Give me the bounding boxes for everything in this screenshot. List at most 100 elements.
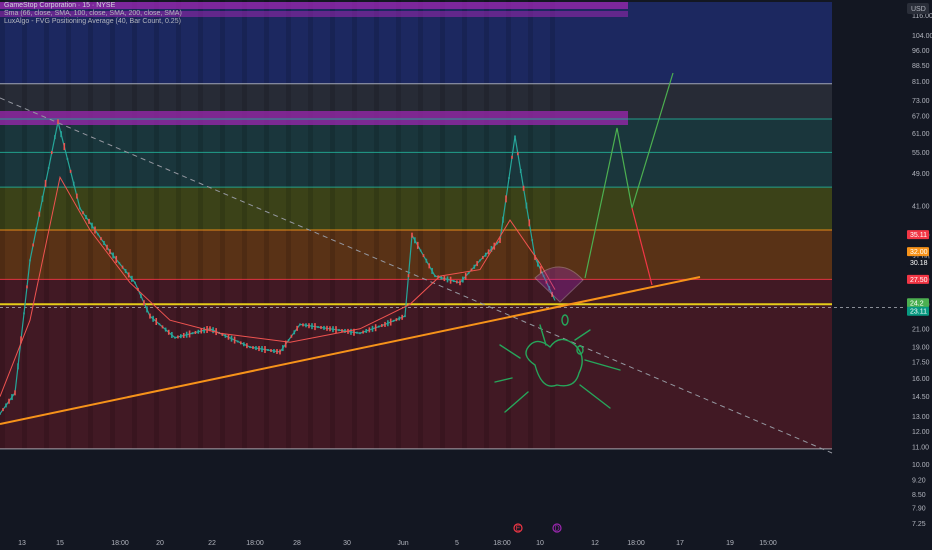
candle <box>29 259 31 262</box>
candle <box>134 281 136 284</box>
candle <box>368 327 371 333</box>
candle <box>14 390 16 396</box>
candle <box>8 398 10 404</box>
candle <box>502 216 504 223</box>
price-zone-band <box>0 230 832 280</box>
session-stripe <box>396 0 401 449</box>
candle <box>100 237 102 241</box>
candle <box>191 332 194 335</box>
candle <box>305 323 307 328</box>
candle <box>314 323 316 331</box>
event-marker[interactable]: D <box>552 523 562 533</box>
candle <box>407 274 410 278</box>
currency-button-label: USD <box>911 6 926 13</box>
candle <box>282 345 284 352</box>
candle <box>0 412 1 415</box>
candle <box>443 276 446 282</box>
candle <box>476 261 478 267</box>
candle <box>146 306 148 313</box>
candle <box>293 330 296 335</box>
candle <box>299 323 301 326</box>
candle <box>41 195 44 202</box>
price-zone-band <box>0 187 832 231</box>
event-marker[interactable]: E <box>513 523 523 533</box>
candle <box>158 323 161 326</box>
candle <box>88 218 90 224</box>
candle <box>47 166 50 169</box>
y-tick-label: 81.00 <box>912 79 930 86</box>
candle <box>287 339 290 342</box>
price-tag: 32.00 <box>907 247 929 257</box>
candle <box>484 252 487 257</box>
candle <box>57 119 59 125</box>
y-tick-label: 73.00 <box>912 98 930 105</box>
candle <box>446 276 449 283</box>
candle <box>264 346 266 354</box>
candle <box>161 325 164 329</box>
y-tick-label: 41.00 <box>912 204 930 211</box>
price-tag-label: 35.11 <box>910 232 927 239</box>
candle <box>311 323 313 330</box>
candle <box>308 323 310 329</box>
candle <box>155 318 158 326</box>
candle <box>252 346 254 350</box>
x-tick-label: 18:00 <box>246 540 264 547</box>
candle <box>320 325 322 329</box>
candle <box>239 341 242 345</box>
symbol-title[interactable]: GameStop Corporation · 15 · NYSE <box>4 2 182 10</box>
session-stripe <box>352 0 357 449</box>
y-tick-label: 116.00 <box>912 13 932 20</box>
x-tick-label: 10 <box>536 540 544 547</box>
y-tick-label: 14.50 <box>912 394 930 401</box>
candle <box>243 342 245 347</box>
candle <box>103 240 105 245</box>
sma-indicator-label[interactable]: Sma (66, close, SMA, 100, close, SMA, 20… <box>4 10 182 18</box>
candle <box>431 267 433 274</box>
candle <box>525 202 528 209</box>
session-stripe <box>110 0 115 449</box>
chart-stage[interactable]: 116.00 104.00 96.00 88.50 81.00 73.00 67.00 61.… <box>0 0 932 550</box>
y-tick-label: 12.00 <box>912 429 930 436</box>
x-tick-label: 15:00 <box>759 540 777 547</box>
candle <box>539 266 542 274</box>
candle <box>531 239 533 242</box>
candle <box>255 346 257 351</box>
session-stripe <box>220 0 225 449</box>
candle <box>174 336 176 339</box>
candle <box>121 265 124 269</box>
candle <box>401 314 403 320</box>
candle <box>171 331 173 338</box>
fvg-indicator-label[interactable]: LuxAlgo - FVG Positioning Average (40, B… <box>4 18 182 26</box>
candle <box>270 349 272 353</box>
candle <box>131 275 133 282</box>
price-tag-label: 32.00 <box>910 249 928 256</box>
y-tick-label: 16.00 <box>912 376 930 383</box>
candle <box>508 177 510 180</box>
x-tick-label: 22 <box>208 540 216 547</box>
y-tick-label: 11.00 <box>912 445 929 452</box>
price-tag-label: 23.11 <box>910 309 927 316</box>
candle <box>467 272 470 275</box>
event-marker-label: D <box>554 526 559 533</box>
candle <box>517 152 519 156</box>
session-stripe <box>462 0 467 449</box>
candle <box>296 325 298 331</box>
fvg-band-mid <box>0 111 628 125</box>
candle <box>414 237 416 244</box>
session-stripe <box>132 0 137 449</box>
candle <box>106 244 108 250</box>
price-chart[interactable]: 116.00 104.00 96.00 88.50 81.00 73.00 67.00 61.… <box>0 0 932 550</box>
currency-button[interactable]: USD <box>907 3 929 14</box>
candle <box>452 280 455 283</box>
session-stripe <box>330 0 335 449</box>
session-stripe <box>44 0 49 449</box>
candle <box>419 249 422 252</box>
candle <box>267 349 269 352</box>
candle <box>519 169 522 174</box>
candle <box>374 324 377 332</box>
candle <box>249 346 251 349</box>
x-tick-label: 12 <box>591 540 599 547</box>
candle <box>381 324 383 328</box>
candle <box>428 263 431 269</box>
candle <box>449 276 452 284</box>
